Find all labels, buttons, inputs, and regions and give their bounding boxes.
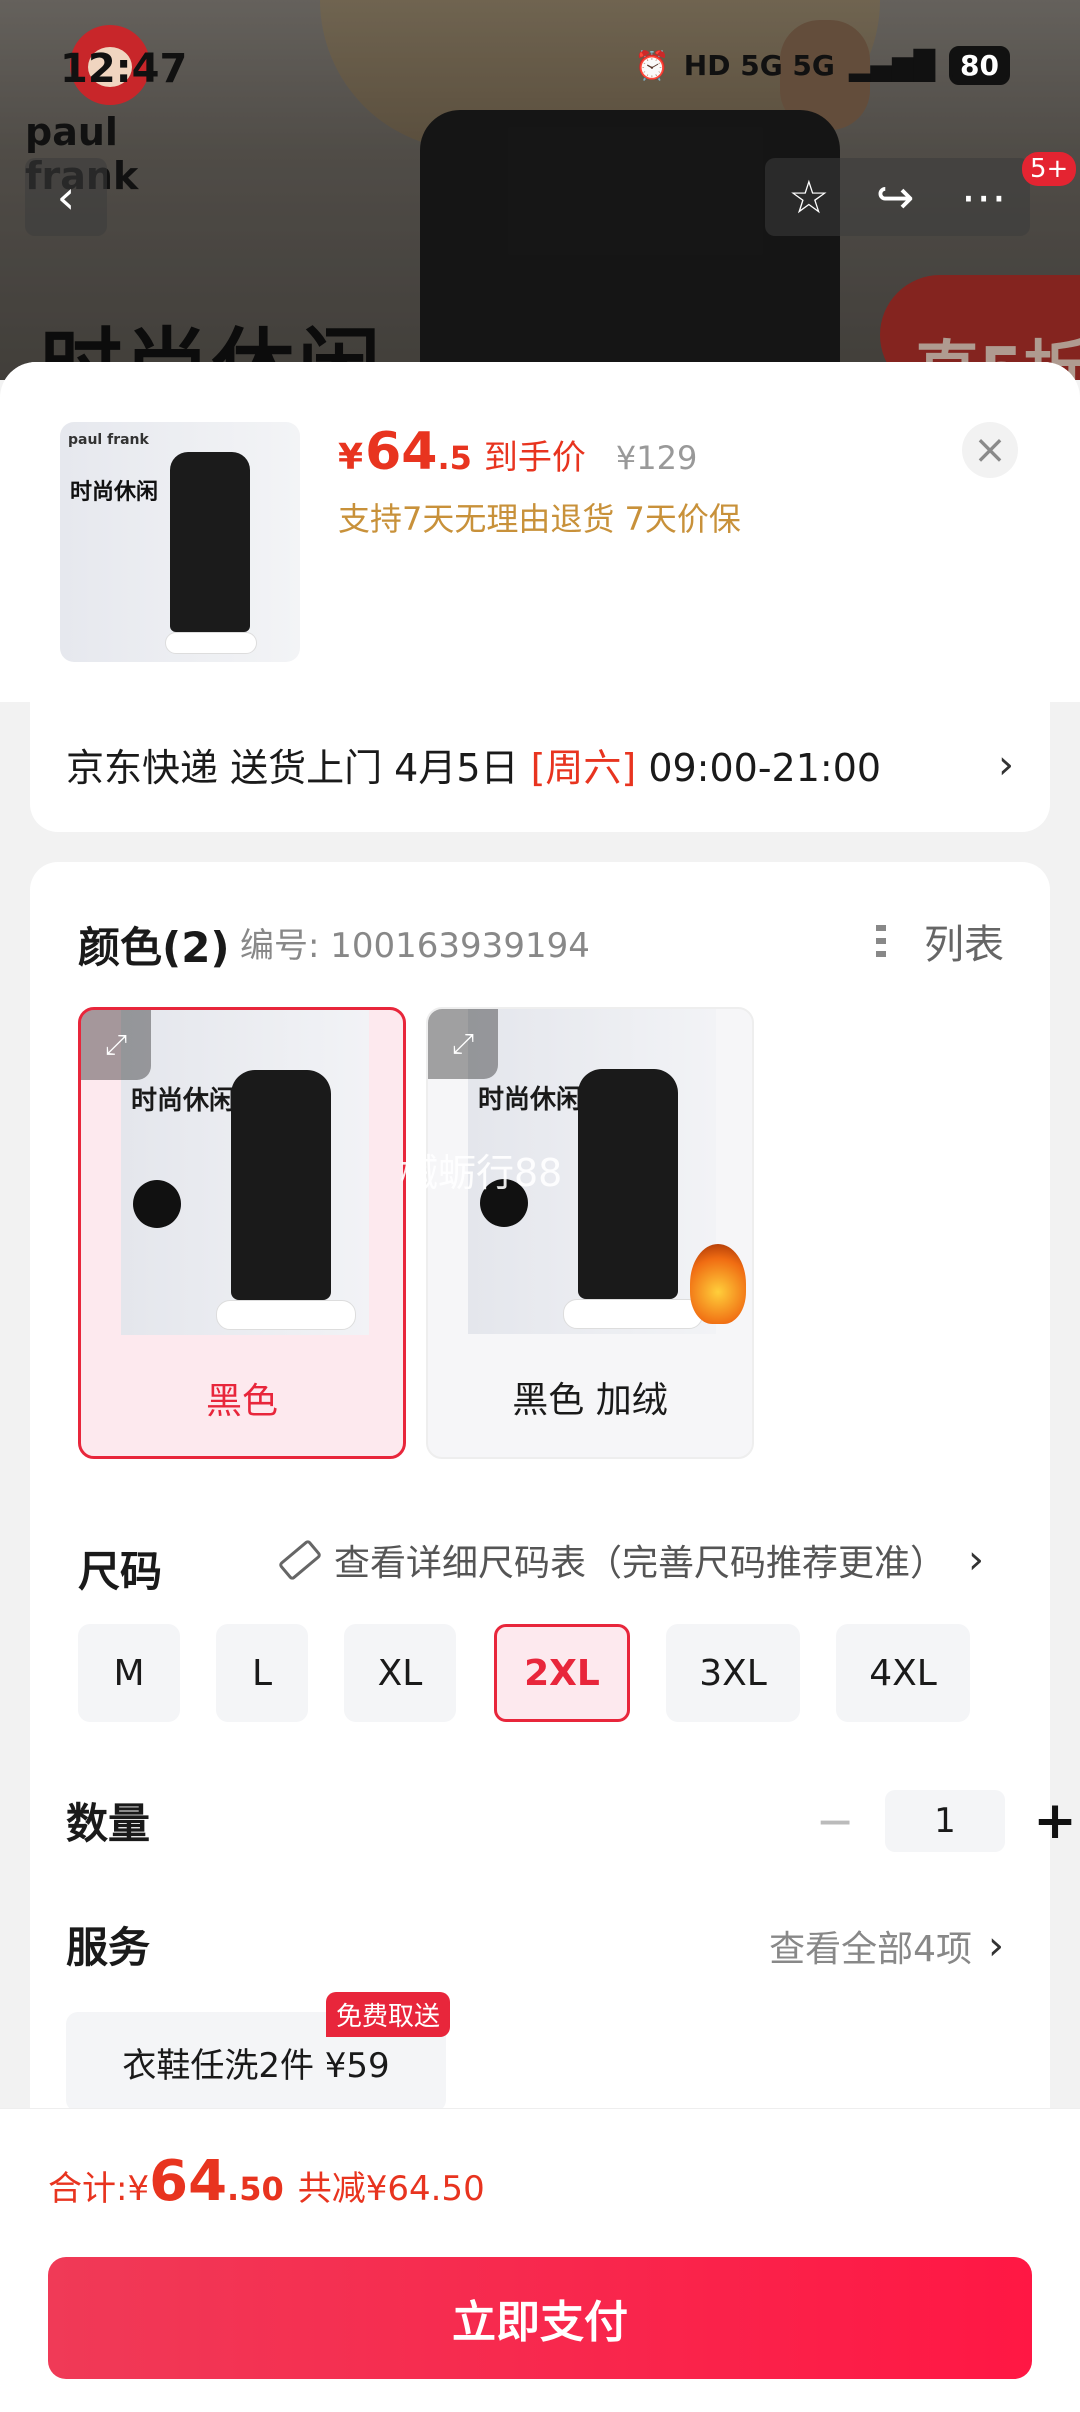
size-option-2xl[interactable]: 2XL	[494, 1624, 630, 1722]
sku-number: 编号: 100163939194	[240, 926, 590, 966]
total-label: 合计:	[48, 2169, 128, 2209]
price-tag: 到手价	[483, 438, 586, 478]
fabric-swatch	[133, 1180, 181, 1228]
size-option-m[interactable]: M	[78, 1624, 180, 1722]
top-actions: ☆ ↪ ⋯	[765, 158, 1030, 236]
delivery-time: 09:00-21:00	[636, 746, 882, 790]
decrease-button[interactable]: −	[805, 1794, 865, 1848]
total-integer: 64	[149, 2149, 228, 2214]
favorite-star-icon[interactable]: ☆	[788, 170, 829, 224]
pay-now-button[interactable]: 立即支付	[48, 2257, 1032, 2379]
signal-icon: ▂▄▆█	[848, 49, 936, 82]
increase-button[interactable]: +	[1025, 1791, 1080, 1851]
expand-icon[interactable]: ⤢	[81, 1010, 151, 1080]
size-option-4xl[interactable]: 4XL	[836, 1624, 970, 1722]
close-icon: ×	[973, 427, 1007, 473]
size-chart-label: 查看详细尺码表（完善尺码推荐更准）	[334, 1543, 947, 1584]
battery-icon: 80	[949, 46, 1010, 85]
close-button[interactable]: ×	[962, 422, 1018, 478]
shoes-figure	[216, 1300, 356, 1330]
chevron-right-icon: ›	[998, 741, 1014, 788]
options-panel: 颜色(2) 编号: 100163939194 列表 时尚休闲 ⤢ 黑色 时尚休闲	[30, 862, 1077, 2162]
shoes-figure	[563, 1299, 703, 1329]
alarm-icon: ⏰	[634, 49, 670, 82]
color-option-label: 黑色 加绒	[512, 1379, 668, 1421]
share-icon[interactable]: ↪	[876, 170, 915, 224]
quantity-stepper: − 1 +	[805, 1790, 1080, 1852]
thumb-shoes	[165, 632, 257, 654]
chevron-right-icon: ›	[988, 1923, 1004, 1969]
image-title: 时尚休闲	[131, 1086, 236, 1116]
original-price: ¥129	[615, 439, 698, 477]
thumb-title: 时尚休闲	[70, 480, 159, 505]
free-pickup-badge: 免费取送	[326, 1992, 451, 2037]
pants-figure	[231, 1070, 331, 1300]
price-currency: ¥	[338, 437, 364, 478]
color-option-black-fleece[interactable]: 时尚休闲 ⤢ 黑色 加绒	[426, 1007, 754, 1459]
color-option-image: 时尚休闲	[121, 1010, 369, 1335]
service-title: 服务	[66, 1923, 151, 1972]
service-view-all[interactable]: 查看全部4项 ›	[769, 1920, 1004, 1972]
size-chart-link[interactable]: 查看详细尺码表（完善尺码推荐更准） ›	[277, 1534, 985, 1586]
message-badge: 5+	[1022, 152, 1077, 186]
chevron-right-icon: ›	[968, 1537, 985, 1583]
back-button[interactable]: ‹	[25, 158, 107, 236]
ruler-icon	[277, 1538, 323, 1582]
size-option-3xl[interactable]: 3XL	[666, 1624, 800, 1722]
sheet-header: paul frank 时尚休闲 ¥ 64 .5 到手价 ¥129 支持7天无理由…	[0, 362, 1080, 702]
color-option-black[interactable]: 时尚休闲 ⤢ 黑色	[78, 1007, 406, 1459]
delivery-day: [周六]	[530, 746, 637, 790]
thumb-pants	[170, 452, 250, 632]
list-view-toggle[interactable]: 列表	[876, 912, 1004, 970]
network-indicator: HD 5G 5G	[683, 49, 835, 82]
delivery-text: 京东快递 送货上门 4月5日 [周六] 09:00-21:00	[66, 737, 881, 792]
price-row: ¥ 64 .5 到手价 ¥129	[338, 422, 697, 482]
image-title: 时尚休闲	[478, 1085, 583, 1115]
total-price: 合计: ¥ 64 .50 共减¥64.50	[48, 2149, 485, 2214]
size-option-l[interactable]: L	[216, 1624, 308, 1722]
total-currency: ¥	[127, 2169, 150, 2209]
pants-figure	[578, 1069, 678, 1299]
sku-selection-sheet: paul frank 时尚休闲 ¥ 64 .5 到手价 ¥129 支持7天无理由…	[0, 362, 1080, 2412]
total-decimal: .50	[227, 2170, 284, 2208]
fleece-fire-icon	[690, 1244, 746, 1324]
quantity-title: 数量	[66, 1799, 151, 1848]
watermark: 槭蛎行88	[400, 1151, 563, 1195]
size-option-xl[interactable]: XL	[344, 1624, 456, 1722]
service-view-all-label: 查看全部4项	[769, 1929, 972, 1970]
status-time: 12:47	[60, 46, 188, 92]
list-icon	[876, 923, 912, 959]
color-option-label: 黑色	[205, 1380, 278, 1422]
size-options: M L XL 2XL 3XL 4XL	[78, 1624, 1018, 1724]
price-decimal: .5	[437, 439, 472, 477]
guarantee-text: 支持7天无理由退货 7天价保	[338, 500, 741, 538]
size-title: 尺码	[78, 1547, 163, 1596]
status-bar: 12:47 ⏰ HD 5G 5G ▂▄▆█ 80	[0, 40, 1080, 100]
list-label: 列表	[924, 922, 1004, 968]
delivery-method: 京东快递 送货上门 4月5日	[66, 746, 531, 790]
thumb-brand: paul frank	[68, 432, 149, 448]
color-title: 颜色(2)	[78, 923, 230, 972]
expand-icon[interactable]: ⤢	[428, 1009, 498, 1079]
quantity-input[interactable]: 1	[885, 1790, 1005, 1852]
discount-amount: 共减¥64.50	[297, 2169, 485, 2209]
checkout-footer: 合计: ¥ 64 .50 共减¥64.50 立即支付	[0, 2108, 1080, 2412]
more-icon[interactable]: ⋯	[961, 170, 1007, 224]
chevron-left-icon: ‹	[56, 170, 76, 224]
price-integer: 64	[365, 422, 438, 482]
product-thumbnail[interactable]: paul frank 时尚休闲	[60, 422, 300, 662]
delivery-info[interactable]: 京东快递 送货上门 4月5日 [周六] 09:00-21:00 ›	[30, 697, 1050, 832]
